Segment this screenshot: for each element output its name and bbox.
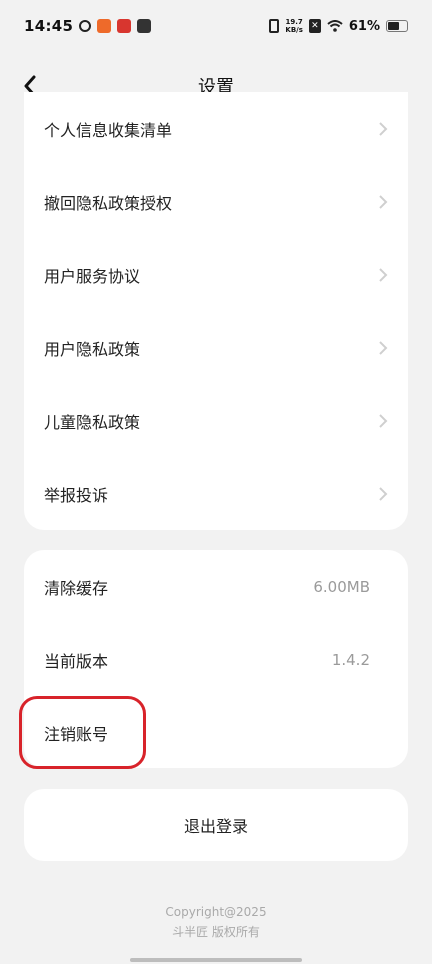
list-item-child-privacy[interactable]: 儿童隐私政策 xyxy=(24,384,408,457)
status-bar: 14:45 19.7 KB/s ✕ 61% xyxy=(0,0,432,52)
list-item-label: 举报投诉 xyxy=(44,485,109,505)
highlight-annotation xyxy=(19,696,146,769)
chevron-right-icon xyxy=(379,267,388,282)
policy-card: 个人信息收集清单 撤回隐私政策授权 用户服务协议 用户隐私政策 儿童隐私政策 举… xyxy=(24,92,408,530)
chevron-right-icon xyxy=(379,486,388,501)
list-item-label: 儿童隐私政策 xyxy=(44,412,141,432)
network-speed-unit: KB/s xyxy=(285,26,303,34)
list-item-report[interactable]: 举报投诉 xyxy=(24,457,408,530)
cache-size-value: 6.00MB xyxy=(313,577,370,596)
battery-percent: 61% xyxy=(348,18,380,34)
list-item-label: 用户隐私政策 xyxy=(44,339,141,359)
network-speed: 19.7 KB/s xyxy=(285,18,302,34)
home-indicator[interactable] xyxy=(130,958,302,962)
list-item-revoke-privacy[interactable]: 撤回隐私政策授权 xyxy=(24,165,408,238)
version-value: 1.4.2 xyxy=(331,650,370,669)
copyright-text: Copyright@2025 xyxy=(165,905,267,919)
logout-button[interactable]: 退出登录 xyxy=(24,789,408,861)
footer: Copyright@2025 斗半匠 版权所有 xyxy=(0,902,432,942)
list-item-label: 当前版本 xyxy=(44,651,109,671)
list-item-label: 个人信息收集清单 xyxy=(44,120,173,140)
link-app-icon xyxy=(79,20,92,32)
list-item-personal-info[interactable]: 个人信息收集清单 xyxy=(24,92,408,165)
chevron-right-icon xyxy=(379,121,388,136)
chevron-right-icon xyxy=(379,194,388,209)
battery-icon xyxy=(386,20,408,32)
list-item-label: 清除缓存 xyxy=(44,578,109,598)
chevron-right-icon xyxy=(379,413,388,428)
wifi-icon xyxy=(327,20,343,32)
status-right: 19.7 KB/s ✕ 61% xyxy=(269,18,408,34)
media-app-icon xyxy=(137,19,152,33)
chevron-right-icon xyxy=(379,340,388,355)
list-item-privacy-policy[interactable]: 用户隐私政策 xyxy=(24,311,408,384)
shopping-app-icon xyxy=(97,19,112,33)
list-item-clear-cache[interactable]: 清除缓存 6.00MB xyxy=(24,550,408,623)
list-item-user-agreement[interactable]: 用户服务协议 xyxy=(24,238,408,311)
list-item-version: 当前版本 1.4.2 xyxy=(24,623,408,696)
vibrate-icon xyxy=(269,19,280,33)
list-item-label: 用户服务协议 xyxy=(44,266,141,286)
logout-label: 退出登录 xyxy=(183,817,248,836)
network-speed-value: 19.7 xyxy=(285,18,303,26)
owner-text: 斗半匠 版权所有 xyxy=(172,925,260,939)
news-app-icon xyxy=(117,19,132,33)
no-sim-icon: ✕ xyxy=(308,19,321,33)
list-item-label: 撤回隐私政策授权 xyxy=(44,193,173,213)
status-left: 14:45 xyxy=(24,17,152,35)
status-time: 14:45 xyxy=(24,17,74,35)
